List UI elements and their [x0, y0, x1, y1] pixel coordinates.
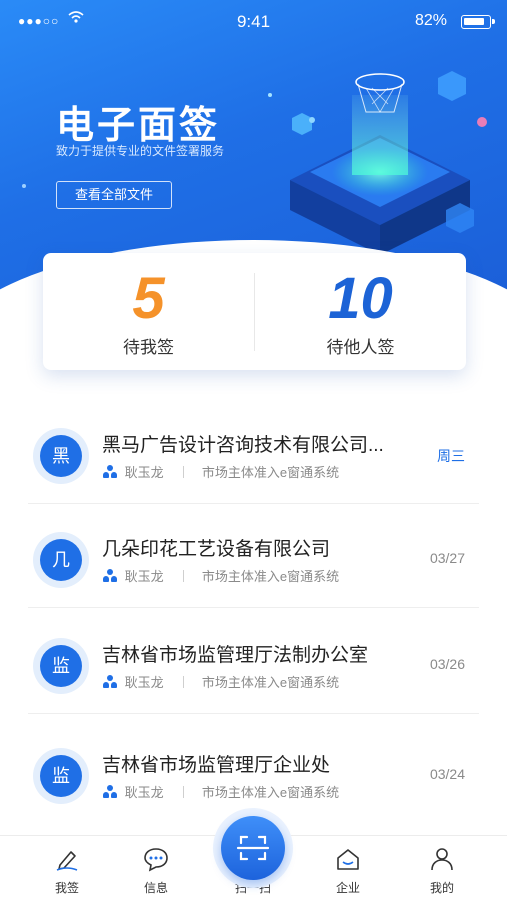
person-icon	[103, 465, 117, 478]
document-meta: 耿玉龙 市场主体准入e窗通系统	[103, 672, 339, 691]
person-icon	[103, 785, 117, 798]
scan-button-halo	[213, 808, 293, 888]
avatar: 监	[33, 638, 89, 694]
document-date: 03/27	[429, 550, 465, 566]
hero-title: 电子面签	[56, 105, 221, 147]
document-person: 耿玉龙	[124, 785, 164, 800]
hero-subtitle: 致力于提供专业的文件签署服务	[56, 144, 225, 158]
tab-label: 信息	[143, 881, 168, 895]
pending-others-label: 待他人签	[326, 338, 395, 357]
document-meta: 耿玉龙 市场主体准入e窗通系统	[103, 782, 339, 801]
document-date: 03/26	[429, 656, 465, 672]
person-icon	[103, 675, 117, 688]
person-icon	[103, 569, 117, 582]
document-date: 03/24	[429, 766, 465, 782]
pending-others-count: 10	[328, 266, 393, 331]
document-system: 市场主体准入e窗通系统	[201, 785, 340, 800]
pending-mine-stat[interactable]: 5 待我签	[43, 253, 254, 370]
pending-mine-label: 待我签	[123, 338, 174, 357]
battery-icon	[461, 15, 495, 29]
tab-enterprise[interactable]: 企业	[308, 836, 388, 900]
list-item[interactable]: 几 几朵印花工艺设备有限公司 耿玉龙 市场主体准入e窗通系统 03/27	[0, 504, 507, 608]
document-system: 市场主体准入e窗通系统	[201, 675, 340, 690]
document-person: 耿玉龙	[124, 675, 164, 690]
document-title: 几朵印花工艺设备有限公司	[102, 539, 331, 560]
list-item[interactable]: 监 吉林省市场监管理厅法制办公室 耿玉龙 市场主体准入e窗通系统 03/26	[0, 610, 507, 714]
pen-icon	[56, 851, 78, 871]
tab-label: 我签	[54, 881, 79, 895]
document-person: 耿玉龙	[124, 569, 164, 584]
tab-my-sign[interactable]: 我签	[27, 836, 107, 900]
document-person: 耿玉龙	[124, 465, 164, 480]
document-meta: 耿玉龙 市场主体准入e窗通系统	[103, 566, 339, 585]
chat-icon	[144, 848, 168, 872]
tab-mine[interactable]: 我的	[402, 836, 482, 900]
home-icon	[337, 849, 359, 870]
status-bar: ●●●○○ 9:41 82%	[0, 0, 507, 44]
tab-label: 企业	[335, 881, 360, 895]
scan-button[interactable]	[221, 816, 285, 880]
document-title: 吉林省市场监管理厅法制办公室	[102, 645, 369, 666]
pending-others-stat[interactable]: 10 待他人签	[255, 253, 466, 370]
avatar: 监	[33, 748, 89, 804]
avatar: 黑	[33, 428, 89, 484]
view-all-files-button[interactable]: 查看全部文件	[56, 181, 172, 209]
tab-messages[interactable]: 信息	[116, 836, 196, 900]
stats-card: 5 待我签 10 待他人签	[43, 253, 466, 370]
tab-label: 我的	[429, 881, 454, 895]
document-system: 市场主体准入e窗通系统	[201, 569, 340, 584]
scan-icon	[236, 835, 270, 861]
user-icon	[431, 848, 453, 871]
pending-mine-count: 5	[132, 266, 165, 331]
list-item[interactable]: 黑 黑马广告设计咨询技术有限公司... 耿玉龙 市场主体准入e窗通系统 周三	[0, 400, 507, 504]
avatar: 几	[33, 532, 89, 588]
document-date: 周三	[437, 448, 465, 464]
document-system: 市场主体准入e窗通系统	[201, 465, 340, 480]
document-title: 黑马广告设计咨询技术有限公司...	[102, 435, 384, 456]
document-title: 吉林省市场监管理厅企业处	[102, 755, 331, 776]
document-meta: 耿玉龙 市场主体准入e窗通系统	[103, 462, 339, 481]
battery-percent: 82%	[414, 12, 447, 29]
